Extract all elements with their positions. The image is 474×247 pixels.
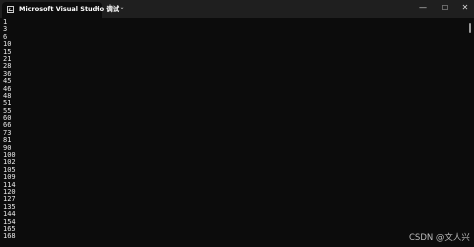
title-bar: Microsoft Visual Studio 调试 ✕ + ⌄ — ☐ ✕: [0, 0, 474, 18]
output-lines: 1 3 6 10 15 21 28 36 45 46 48 51 55 60 66 73 81 90 100 102 1…: [3, 18, 16, 241]
terminal-icon: [7, 6, 14, 13]
console-output[interactable]: 1 3 6 10 15 21 28 36 45 46 48 51 55 60 66 73 81 90 100 102 1…: [0, 18, 474, 247]
new-tab-button[interactable]: +: [105, 3, 115, 13]
scrollbar-thumb[interactable]: [469, 23, 471, 33]
close-window-button[interactable]: ✕: [458, 3, 472, 13]
maximize-button[interactable]: ☐: [438, 3, 452, 13]
console-line: 168: [3, 232, 16, 241]
watermark: CSDN @文人兴: [409, 233, 470, 243]
terminal-window: Microsoft Visual Studio 调试 ✕ + ⌄ — ☐ ✕ 1…: [0, 0, 474, 247]
tab-debug-console[interactable]: Microsoft Visual Studio 调试 ✕: [2, 2, 119, 18]
chevron-down-icon[interactable]: ⌄: [117, 3, 127, 13]
close-tab-icon[interactable]: ✕: [93, 5, 101, 13]
minimize-button[interactable]: —: [416, 3, 430, 13]
